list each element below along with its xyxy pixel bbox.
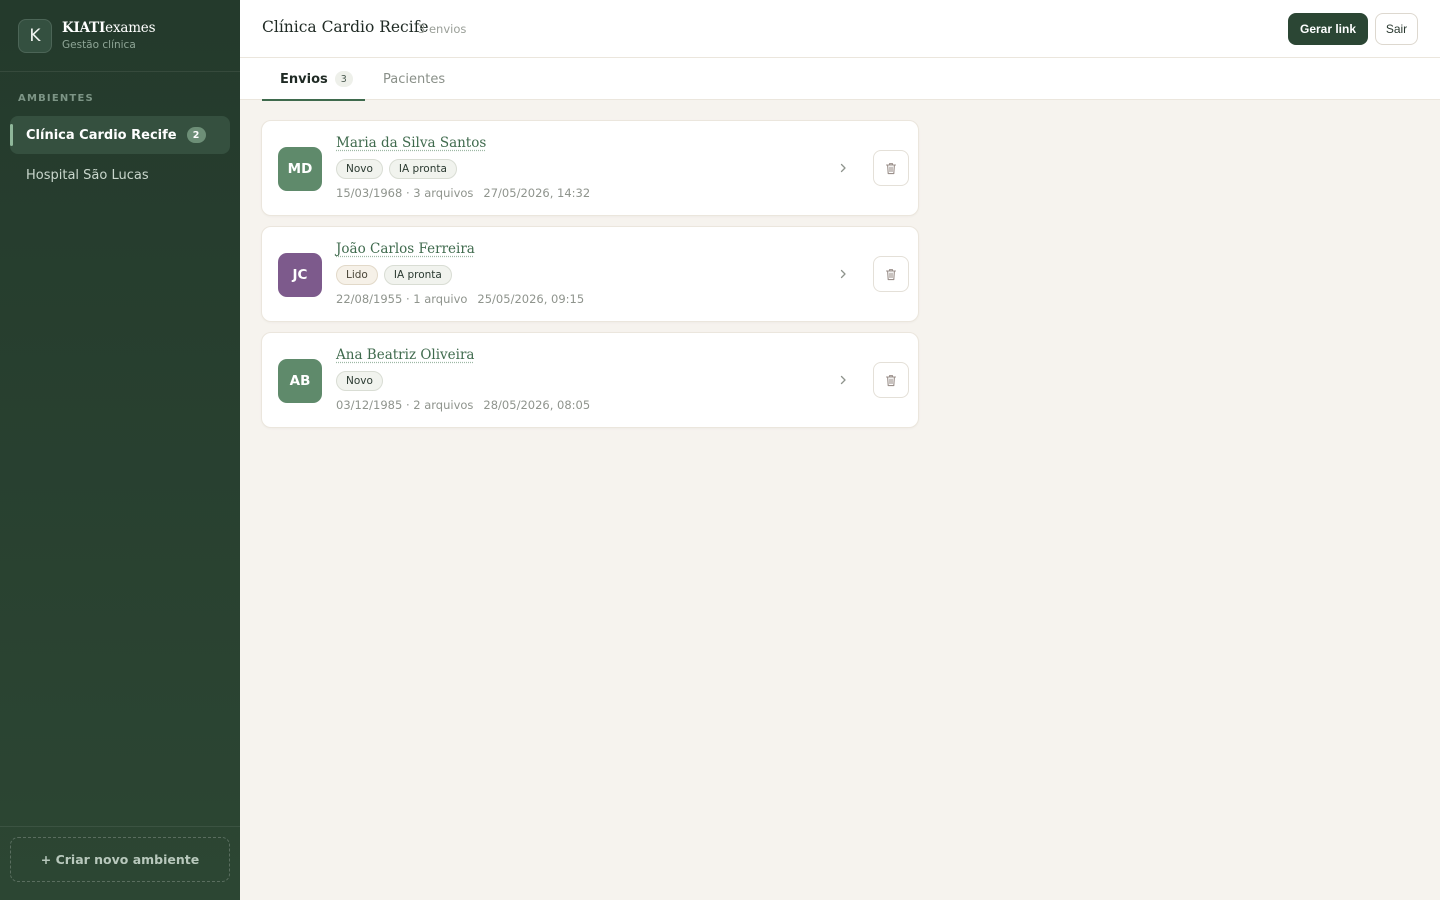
chevron-right-icon[interactable]: [834, 159, 852, 177]
avatar: MD: [278, 147, 322, 191]
avatar: AB: [278, 359, 322, 403]
tab-envios[interactable]: Envios 3: [262, 58, 365, 101]
sidebar-item-badge: 2: [186, 127, 206, 143]
trash-icon: [885, 374, 897, 386]
tab-count-badge: 3: [334, 71, 353, 87]
envio-date: 25/05/2026, 09:15: [477, 292, 585, 306]
envio-date: 27/05/2026, 14:32: [483, 186, 591, 200]
envio-date: 28/05/2026, 08:05: [483, 398, 591, 412]
trash-icon: [885, 162, 897, 174]
brand-name-rest: exames: [105, 20, 156, 36]
sidebar-item-hospital-sao-lucas[interactable]: Hospital São Lucas: [10, 156, 230, 194]
brand-name-bold: KIATI: [62, 20, 106, 36]
brand-text: KIATIexames Gestão clínica: [62, 20, 156, 51]
brand-subtitle: Gestão clínica: [62, 39, 136, 51]
tab-label: Envios: [280, 71, 328, 87]
patient-name-link[interactable]: João Carlos Ferreira: [336, 241, 475, 257]
envios-count: 3 envios: [418, 22, 467, 36]
brand-logo: K: [18, 18, 52, 53]
status-badge: Lido: [336, 265, 378, 285]
delete-button[interactable]: [873, 150, 909, 186]
tag-list: Novo IA pronta: [336, 159, 457, 179]
envio-card[interactable]: JC João Carlos Ferreira Lido IA pronta 2…: [261, 226, 919, 322]
ai-badge: IA pronta: [383, 265, 452, 285]
status-badge: Novo: [336, 371, 383, 391]
sidebar-footer: + Criar novo ambiente: [0, 826, 240, 900]
topbar: Clínica Cardio Recife 3 envios Gerar lin…: [240, 0, 1440, 58]
delete-button[interactable]: [873, 362, 909, 398]
envio-card[interactable]: AB Ana Beatriz Oliveira Novo 03/12/1985 …: [261, 332, 919, 428]
ai-badge: IA pronta: [388, 159, 457, 179]
brand: K KIATIexames Gestão clínica: [0, 0, 240, 72]
sidebar-item-clinica-cardio-recife[interactable]: Clínica Cardio Recife 2: [10, 116, 230, 154]
tag-list: Lido IA pronta: [336, 265, 452, 285]
envio-info: 22/08/1955 · 1 arquivo: [336, 292, 468, 306]
sidebar-item-label: Hospital São Lucas: [26, 167, 149, 183]
status-badge: Novo: [336, 159, 383, 179]
generate-link-button[interactable]: Gerar link: [1288, 13, 1368, 45]
envio-meta: 22/08/1955 · 1 arquivo 25/05/2026, 09:15: [336, 292, 584, 306]
chevron-right-icon[interactable]: [834, 371, 852, 389]
tabs: Envios 3 Pacientes: [240, 58, 1440, 101]
logout-button[interactable]: Sair: [1375, 13, 1418, 45]
tab-pacientes[interactable]: Pacientes: [383, 58, 445, 100]
sidebar: K KIATIexames Gestão clínica AMBIENTES C…: [0, 0, 240, 900]
avatar: JC: [278, 253, 322, 297]
brand-name: KIATIexames: [62, 20, 156, 36]
create-environment-button[interactable]: + Criar novo ambiente: [10, 837, 230, 882]
tab-label: Pacientes: [383, 71, 446, 87]
envio-meta: 03/12/1985 · 2 arquivos 28/05/2026, 08:05: [336, 398, 590, 412]
envio-info: 03/12/1985 · 2 arquivos: [336, 398, 474, 412]
envio-info: 15/03/1968 · 3 arquivos: [336, 186, 474, 200]
tag-list: Novo: [336, 371, 383, 391]
trash-icon: [885, 268, 897, 280]
patient-name-link[interactable]: Maria da Silva Santos: [336, 135, 486, 151]
chevron-right-icon[interactable]: [834, 265, 852, 283]
sidebar-item-label: Clínica Cardio Recife: [26, 127, 177, 143]
patient-name-link[interactable]: Ana Beatriz Oliveira: [336, 347, 474, 363]
section-label-ambientes: AMBIENTES: [18, 93, 94, 104]
delete-button[interactable]: [873, 256, 909, 292]
page-title: Clínica Cardio Recife: [262, 18, 429, 36]
envio-meta: 15/03/1968 · 3 arquivos 27/05/2026, 14:32: [336, 186, 590, 200]
envio-card[interactable]: MD Maria da Silva Santos Novo IA pronta …: [261, 120, 919, 216]
